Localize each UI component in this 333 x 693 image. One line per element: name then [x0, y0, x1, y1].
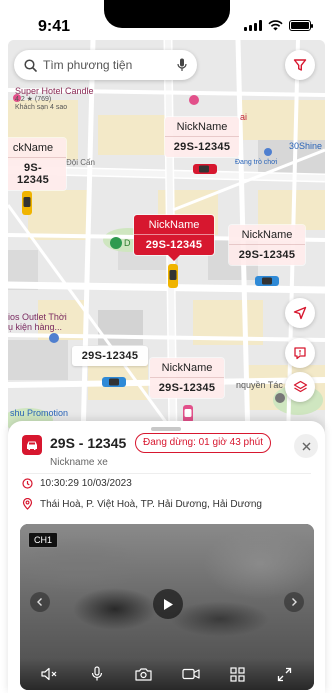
microphone-icon: [91, 666, 102, 681]
clock-icon: [22, 478, 33, 489]
vehicle-plate-title: 29S - 12345: [50, 435, 127, 451]
vehicle-plate: 29S-12345: [238, 249, 296, 261]
video-camera-icon: [181, 668, 200, 680]
vehicle-label[interactable]: NickName 29S-12345: [229, 225, 305, 265]
prev-channel-button[interactable]: [30, 592, 50, 612]
poi-tax[interactable]: nquyền Tác g: [236, 380, 290, 390]
vehicle-detail-sheet[interactable]: 29S - 12345 Đang dừng: 01 giờ 43 phút Ni…: [8, 421, 325, 693]
vehicle-plate: 29S-12345: [81, 350, 139, 362]
poi-promo[interactable]: shu Promotion: [10, 408, 68, 418]
car-icon[interactable]: [20, 190, 34, 216]
chat-alert-icon: [294, 347, 306, 360]
vehicle-nickname: NickName: [229, 225, 305, 245]
timestamp: 10:30:29 10/03/2023: [40, 478, 132, 489]
time-row: 10:30:29 10/03/2023: [22, 478, 132, 489]
divider: [22, 473, 311, 474]
poi-outlet-line2: ụ kiện hàng...: [8, 322, 63, 333]
vehicle-label-selected[interactable]: NickName 29S-12345: [134, 215, 214, 261]
filter-icon: [293, 59, 307, 71]
chevron-left-icon: [37, 598, 42, 606]
car-icon[interactable]: [101, 375, 127, 389]
vehicle-label[interactable]: NickName 29S-12345: [150, 358, 224, 398]
microphone-icon[interactable]: [177, 58, 187, 72]
speaker-muted-icon: [40, 667, 56, 681]
poi-outlet[interactable]: ios Outlet Thời ụ kiện hàng...: [8, 312, 67, 333]
vehicle-nickname: ckName: [8, 138, 66, 158]
camera-icon: [135, 668, 152, 681]
map-view[interactable]: Super Hotel Candle 4.2 ★ (769) Khách sạn…: [8, 40, 325, 440]
drag-handle[interactable]: [151, 427, 181, 431]
poi-hotel-name: Super Hotel Candle: [15, 86, 94, 96]
mute-button[interactable]: [39, 663, 61, 685]
record-button[interactable]: [180, 663, 202, 685]
next-channel-button[interactable]: [284, 592, 304, 612]
layers-icon: [293, 380, 307, 393]
vehicle-plate: 29S-12345: [158, 382, 216, 394]
car-icon[interactable]: [166, 263, 180, 289]
layers-button[interactable]: [285, 372, 315, 402]
poi-hotel-type: Khách sạn 4 sao: [15, 104, 68, 112]
address: Thái Hoà, P. Việt Hoà, TP. Hải Dương, Hả…: [40, 498, 262, 510]
camera-player[interactable]: CH1: [20, 524, 314, 690]
chevron-right-icon: [292, 598, 297, 606]
vehicle-plate: 9S-12345: [16, 162, 50, 186]
fullscreen-button[interactable]: [274, 663, 296, 685]
wifi-icon: [268, 20, 283, 31]
play-icon: [164, 598, 173, 610]
status-bar: 9:41: [0, 0, 333, 44]
street-label: Đội Cấn: [66, 158, 95, 167]
cellular-signal-icon: [244, 20, 262, 31]
poi-store[interactable]: Đang trò chơi: [235, 159, 277, 167]
report-button[interactable]: [285, 338, 315, 368]
snapshot-button[interactable]: [133, 663, 155, 685]
notch: [104, 0, 230, 28]
vehicle-nickname: NickName: [165, 117, 239, 137]
microphone-button[interactable]: [86, 663, 108, 685]
play-button[interactable]: [153, 589, 183, 619]
search-bar[interactable]: Tìm phương tiện: [14, 50, 197, 80]
navigation-arrow-icon: [293, 306, 307, 320]
location-pin-icon: [22, 498, 33, 510]
video-controls: [20, 658, 314, 690]
expand-icon: [277, 667, 292, 681]
app-screen: 9:41 Super Hotel Candle 4.2 ★ (769) Khác…: [0, 0, 333, 693]
filter-button[interactable]: [285, 50, 315, 80]
poi-place-d[interactable]: D: [124, 238, 131, 248]
vehicle-nickname: Nickname xe: [50, 457, 108, 468]
poi-hotel-rating: 4.2 ★ (769): [15, 96, 52, 104]
close-icon: [302, 442, 310, 450]
vehicle-label[interactable]: ckName 9S-12345: [8, 138, 66, 190]
poi-outlet-line1: ios Outlet Thời: [8, 312, 67, 322]
poi-shine[interactable]: 30Shine: [289, 141, 322, 151]
address-row: Thái Hoà, P. Việt Hoà, TP. Hải Dương, Hả…: [22, 498, 262, 510]
vehicle-nickname: NickName: [150, 358, 224, 378]
close-button[interactable]: [294, 434, 318, 458]
poi-hai: ai: [240, 112, 248, 122]
vehicle-icon: [22, 435, 42, 455]
search-input[interactable]: Tìm phương tiện: [43, 58, 171, 72]
vehicle-label[interactable]: NickName 29S-12345: [165, 117, 239, 157]
channel-badge[interactable]: CH1: [28, 532, 59, 548]
grid-icon: [230, 666, 245, 682]
car-icon[interactable]: [192, 162, 218, 176]
car-icon: [27, 441, 37, 450]
vehicle-plate: 29S-12345: [145, 239, 203, 251]
locate-button[interactable]: [285, 298, 315, 328]
grid-view-button[interactable]: [227, 663, 249, 685]
vehicle-plate: 29S-12345: [173, 141, 231, 153]
poi-hotel[interactable]: Super Hotel Candle 4.2 ★ (769) Khách sạn…: [15, 86, 94, 112]
search-icon: [24, 58, 37, 72]
car-icon[interactable]: [254, 274, 280, 288]
vehicle-nickname: NickName: [134, 215, 214, 235]
vehicle-label[interactable]: 29S-12345: [72, 346, 148, 366]
status-badge: Đang dừng: 01 giờ 43 phút: [135, 433, 272, 453]
system-icons: [244, 20, 313, 31]
status-time: 9:41: [38, 18, 71, 35]
battery-icon: [289, 20, 313, 31]
